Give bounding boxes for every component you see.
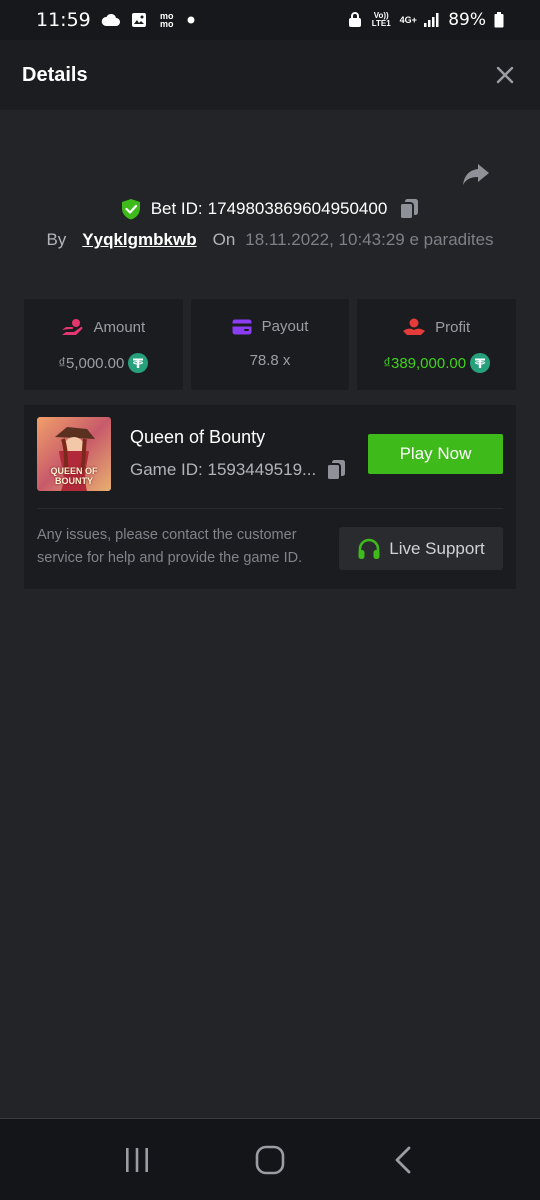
signal-icon bbox=[424, 13, 440, 27]
card-icon bbox=[232, 319, 252, 335]
username-link[interactable]: Yyqklgmbkwb bbox=[82, 230, 196, 250]
copy-icon bbox=[399, 199, 419, 220]
tether-icon bbox=[128, 353, 149, 373]
hand-heart-icon bbox=[403, 318, 426, 336]
bet-id-label: Bet ID: bbox=[150, 199, 203, 218]
game-name: Queen of Bounty bbox=[130, 427, 266, 447]
volte-label: Vo)) LTE1 bbox=[371, 11, 391, 28]
support-note: Any issues, please contact the customer … bbox=[37, 527, 303, 566]
back-icon bbox=[395, 1146, 411, 1173]
payout-label: Payout bbox=[261, 318, 309, 335]
back-button[interactable] bbox=[383, 1140, 423, 1180]
profit-value: ₫389,000.00 bbox=[383, 354, 467, 372]
battery-percent: 89% bbox=[448, 10, 486, 30]
play-now-button[interactable]: Play Now bbox=[368, 434, 503, 474]
details-header: Details bbox=[0, 40, 540, 110]
by-label: By bbox=[46, 230, 67, 249]
amount-label: Amount bbox=[93, 318, 146, 336]
amount-value: ₫5,000.00 bbox=[58, 354, 125, 372]
close-button[interactable] bbox=[492, 62, 518, 88]
copy-game-id-button[interactable] bbox=[326, 459, 346, 481]
shield-check-icon bbox=[121, 198, 141, 220]
tether-icon bbox=[470, 353, 491, 373]
bet-by-row: By Yyqklgmbkwb On 18.11.2022, 10:43:29 e… bbox=[0, 230, 540, 250]
momo-icon: mo mo bbox=[160, 11, 174, 29]
lock-icon bbox=[348, 12, 362, 28]
game-id-text: Game ID: 1593449519... bbox=[130, 460, 316, 480]
profit-card: Profit ₫389,000.00 bbox=[357, 299, 517, 390]
share-icon bbox=[463, 164, 489, 185]
amount-card: Amount ₫5,000.00 bbox=[24, 299, 183, 390]
cloud-icon bbox=[101, 13, 121, 27]
profit-label: Profit bbox=[435, 318, 471, 336]
game-thumbnail[interactable]: QUEEN OF BOUNTY bbox=[37, 417, 111, 491]
recents-icon bbox=[125, 1147, 148, 1172]
page-title: Details bbox=[22, 63, 88, 86]
recents-button[interactable] bbox=[117, 1140, 157, 1180]
game-id-value: 1593449519... bbox=[207, 460, 317, 479]
gallery-icon bbox=[131, 12, 147, 28]
home-icon bbox=[255, 1145, 285, 1174]
payout-card: Payout 78.8 x bbox=[190, 299, 350, 390]
system-nav-bar bbox=[0, 1119, 540, 1200]
bet-stats: Amount ₫5,000.00 Payout 78.8 x Profit ₫3… bbox=[24, 299, 517, 390]
status-left: 11:59 mo mo bbox=[36, 9, 195, 31]
headset-icon bbox=[357, 538, 381, 560]
bet-date: 18.11.2022, 10:43:29 e paradites bbox=[245, 230, 494, 249]
game-thumbnail-logo: QUEEN OF BOUNTY bbox=[50, 466, 98, 486]
dot-icon bbox=[187, 16, 195, 24]
game-id-label: Game ID: bbox=[130, 460, 203, 479]
status-bar: 11:59 mo mo Vo)) LTE1 4G+ 89% bbox=[0, 0, 540, 40]
hand-coins-icon bbox=[61, 318, 83, 336]
network-type-label: 4G+ bbox=[399, 15, 417, 25]
home-button[interactable] bbox=[250, 1140, 290, 1180]
close-icon bbox=[496, 66, 514, 84]
divider bbox=[37, 508, 503, 509]
copy-bet-id-button[interactable] bbox=[399, 198, 419, 220]
copy-icon bbox=[326, 460, 346, 481]
status-time: 11:59 bbox=[36, 9, 91, 31]
battery-icon bbox=[494, 12, 504, 28]
live-support-label: Live Support bbox=[389, 538, 485, 558]
status-right: Vo)) LTE1 4G+ 89% bbox=[348, 10, 504, 30]
bet-id-value: 1749803869604950400 bbox=[207, 199, 388, 218]
share-button[interactable] bbox=[462, 162, 490, 188]
game-id-row: Game ID: 1593449519... bbox=[130, 459, 346, 481]
game-card: QUEEN OF BOUNTY Queen of Bounty Game ID:… bbox=[24, 405, 516, 589]
bet-id-row: Bet ID: 1749803869604950400 bbox=[0, 198, 540, 220]
payout-value: 78.8 x bbox=[249, 352, 291, 369]
live-support-button[interactable]: Live Support bbox=[339, 527, 503, 570]
on-label: On bbox=[212, 230, 236, 249]
